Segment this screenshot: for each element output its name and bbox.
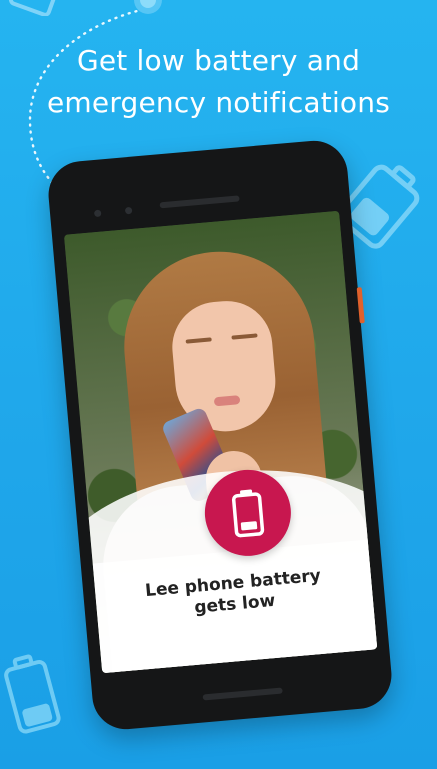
phone-screen: Lee phone battery gets low bbox=[63, 210, 378, 674]
bottom-speaker bbox=[202, 687, 283, 701]
battery-low-icon bbox=[231, 489, 265, 538]
front-camera bbox=[93, 209, 102, 218]
headline-line-1: Get low battery and bbox=[76, 44, 361, 77]
earpiece-speaker bbox=[159, 195, 240, 209]
front-sensor bbox=[124, 206, 133, 215]
location-pin-icon bbox=[134, 0, 162, 14]
headline: Get low battery and emergency notificati… bbox=[0, 40, 437, 124]
phone-mockup: Lee phone battery gets low bbox=[45, 138, 395, 732]
headline-line-2: emergency notifications bbox=[46, 86, 390, 119]
battery-icon bbox=[8, 0, 56, 16]
battery-icon bbox=[4, 654, 61, 734]
